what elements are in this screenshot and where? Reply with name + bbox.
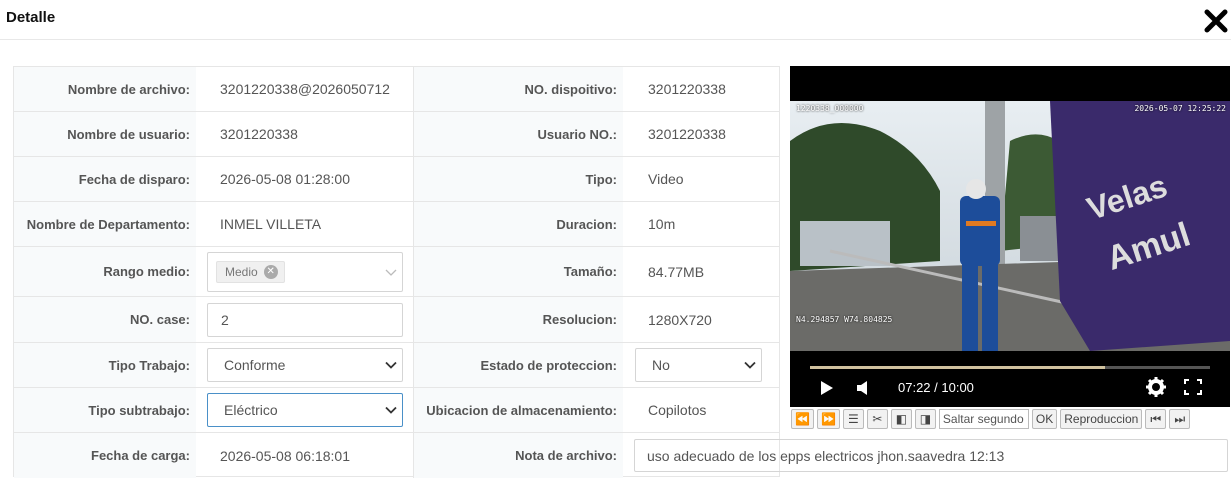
list-icon: ☰ [848, 412, 859, 426]
volume-icon[interactable] [856, 380, 870, 396]
table-row: Rango medio: Medio ✕ Tamaño: 84.77MB [14, 247, 779, 297]
scissors-icon: ✂ [872, 412, 883, 426]
skip-end-icon: ⏭ [1174, 411, 1186, 426]
prev-frame-button[interactable]: ◧ [890, 409, 912, 429]
table-row: Tipo subtrabajo: Eléctrico Ubicacion de … [14, 388, 779, 433]
field-value-tipo-subtrabajo: Eléctrico [207, 388, 413, 432]
field-label-tamano: Tamaño: [413, 247, 623, 296]
rango-medio-tag: Medio ✕ [216, 261, 285, 283]
ok-button[interactable]: OK [1031, 409, 1058, 429]
chevron-down-icon [385, 406, 397, 414]
estado-proteccion-select[interactable]: No [635, 348, 762, 382]
chevron-down-icon [744, 361, 756, 369]
field-value-tipo: Video [648, 171, 684, 187]
playback-button[interactable]: Reproduccion [1060, 409, 1143, 429]
field-value-no-case: 2 [207, 297, 413, 342]
field-label-duracion: Duracion: [413, 202, 623, 246]
field-label-departamento: Nombre de Departamento: [14, 202, 196, 246]
field-label-tipo-subtrabajo: Tipo subtrabajo: [14, 388, 196, 432]
list-button[interactable]: ☰ [842, 409, 864, 429]
field-value-tamano: 84.77MB [648, 263, 705, 280]
tipo-trabajo-selected: Conforme [224, 357, 286, 373]
field-value-duracion: 10m [648, 216, 676, 232]
field-label-fecha-carga: Fecha de carga: [14, 433, 196, 478]
field-value-departamento: INMEL VILLETA [220, 216, 322, 232]
fullscreen-icon[interactable] [1184, 379, 1202, 395]
tipo-subtrabajo-selected: Eléctrico [224, 402, 278, 418]
progress-fill [810, 366, 1105, 369]
table-row: NO. case: 2 Resolucion: 1280X720 [14, 297, 779, 343]
next-frame-button[interactable]: ◨ [914, 409, 936, 429]
field-label-nombre-archivo: Nombre de archivo: [14, 67, 196, 111]
field-label-rango-medio: Rango medio: [14, 247, 196, 296]
rewind-button[interactable]: ⏪ [791, 409, 814, 429]
clip-button[interactable]: ✂ [866, 409, 888, 429]
prev-frame-icon: ◧ [895, 412, 908, 426]
skip-end-button[interactable]: ⏭ [1169, 409, 1191, 429]
field-value-rango-medio: Medio ✕ [207, 247, 413, 296]
table-row: Nombre de Departamento: INMEL VILLETA Du… [14, 202, 779, 247]
rango-medio-select[interactable]: Medio ✕ [207, 252, 403, 292]
video-player[interactable]: Velas Amul 1220338_000000 2026-05-07 12:… [790, 66, 1230, 407]
table-row: Tipo Trabajo: Conforme Estado de protecc… [14, 343, 779, 388]
chevron-down-icon [385, 361, 397, 369]
playback-toolbar: ⏪ ⏩ ☰ ✂ ◧ ◨ Saltar segundo OK Reproducci… [790, 407, 1231, 431]
osd-datetime: 2026-05-07 12:25:22 [1134, 104, 1226, 113]
field-label-tipo-trabajo: Tipo Trabajo: [14, 343, 196, 387]
field-value-fecha-disparo: 2026-05-08 01:28:00 [220, 171, 350, 187]
chevron-down-icon [385, 269, 397, 276]
progress-bar[interactable] [810, 366, 1210, 369]
field-value-resolucion: 1280X720 [648, 311, 712, 328]
fast-forward-button[interactable]: ⏩ [816, 409, 840, 429]
rewind-icon: ⏪ [795, 412, 810, 426]
field-label-tipo: Tipo: [413, 157, 623, 201]
table-row: Fecha de disparo: 2026-05-08 01:28:00 Ti… [14, 157, 779, 202]
osd-device-id: 1220338_000000 [796, 104, 864, 113]
field-label-ubicacion: Ubicacion de almacenamiento: [413, 388, 623, 432]
dialog-title: Detalle [6, 9, 56, 26]
skip-start-icon: ⏮ [1150, 411, 1162, 426]
settings-gear-icon[interactable] [1146, 377, 1166, 397]
field-value-nombre-usuario: 3201220338 [220, 126, 298, 142]
tipo-trabajo-select[interactable]: Conforme [207, 348, 403, 382]
field-label-usuario-no: Usuario NO.: [413, 112, 623, 156]
field-label-estado-proteccion: Estado de proteccion: [413, 343, 623, 387]
remove-tag-icon[interactable]: ✕ [263, 265, 278, 279]
field-label-nombre-usuario: Nombre de usuario: [14, 112, 196, 156]
table-row: Nombre de archivo: 3201220338@2026050712… [14, 67, 779, 112]
rango-medio-tag-label: Medio [225, 265, 258, 279]
play-icon[interactable] [820, 380, 834, 396]
field-value-usuario-no: 3201220338 [648, 126, 726, 142]
fast-forward-icon: ⏩ [820, 412, 836, 426]
field-label-nota: Nota de archivo: [413, 433, 623, 478]
field-value-nombre-archivo: 3201220338@2026050712 [220, 81, 390, 97]
video-frame: Velas Amul [790, 101, 1230, 351]
field-label-resolucion: Resolucion: [413, 297, 623, 342]
field-label-no-case: NO. case: [14, 297, 196, 342]
next-frame-icon: ◨ [919, 412, 932, 426]
close-icon[interactable] [1203, 6, 1229, 36]
osd-gps: N4.294857 W74.804825 [796, 315, 893, 324]
field-value-ubicacion: Copilotos [648, 402, 707, 418]
seek-seconds-input[interactable]: Saltar segundo [938, 409, 1029, 429]
time-display: 07:22 / 10:00 [898, 380, 974, 395]
detail-table: Nombre de archivo: 3201220338@2026050712… [13, 66, 780, 478]
nota-archivo-input[interactable]: uso adecuado de los epps electricos jhon… [634, 439, 1228, 472]
field-value-tipo-trabajo: Conforme [207, 343, 413, 387]
field-label-no-dispositivo: NO. dispoitivo: [413, 67, 623, 111]
estado-proteccion-selected: No [652, 357, 670, 373]
no-case-input[interactable]: 2 [207, 303, 403, 337]
skip-start-button[interactable]: ⏮ [1145, 409, 1167, 429]
field-value-fecha-carga: 2026-05-08 06:18:01 [220, 447, 350, 464]
field-label-fecha-disparo: Fecha de disparo: [14, 157, 196, 201]
table-row: Nombre de usuario: 3201220338 Usuario NO… [14, 112, 779, 157]
player-controls: 07:22 / 10:00 [790, 351, 1230, 407]
field-value-no-dispositivo: 3201220338 [648, 81, 726, 97]
tipo-subtrabajo-select[interactable]: Eléctrico [207, 393, 403, 427]
dialog-header: Detalle [0, 0, 1231, 40]
